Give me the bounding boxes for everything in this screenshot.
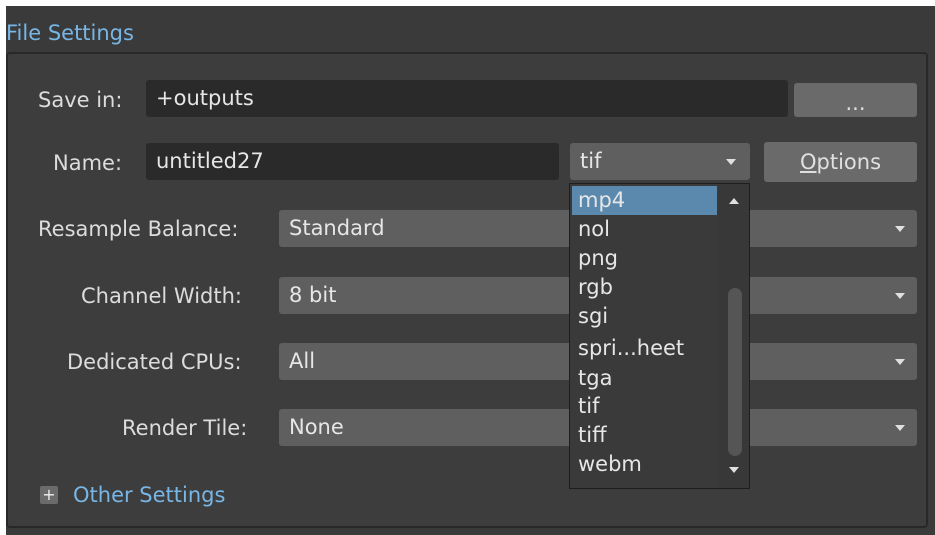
dedicated-cpus-label: Dedicated CPUs: — [67, 350, 242, 374]
save-in-field[interactable]: +outputs — [146, 80, 788, 117]
chevron-down-icon — [895, 293, 905, 299]
render-tile-value: None — [289, 415, 344, 439]
dropdown-item-sgi[interactable]: sgi — [572, 302, 717, 331]
dropdown-item-png[interactable]: png — [572, 244, 717, 273]
format-dropdown-list: mp4 nol png rgb sgi spri...heet tga tif … — [569, 183, 750, 489]
dedicated-cpus-value: All — [289, 349, 316, 373]
resample-balance-label: Resample Balance: — [38, 217, 239, 241]
resample-balance-value: Standard — [289, 216, 385, 240]
browse-button[interactable]: ... — [794, 83, 917, 117]
dropdown-item-mp4[interactable]: mp4 — [572, 186, 717, 215]
chevron-down-icon — [726, 159, 736, 165]
dropdown-item-tif[interactable]: tif — [572, 392, 717, 421]
expand-plus-icon[interactable]: + — [40, 486, 58, 504]
save-in-label: Save in: — [38, 88, 123, 112]
name-label: Name: — [53, 151, 123, 175]
scrollbar-thumb[interactable] — [728, 288, 742, 456]
other-settings-toggle[interactable]: Other Settings — [73, 482, 225, 508]
scroll-up-icon[interactable] — [729, 198, 739, 204]
render-tile-label: Render Tile: — [122, 416, 248, 440]
options-mnemonic: O — [799, 150, 817, 174]
dropdown-item-tga[interactable]: tga — [572, 364, 717, 393]
name-field[interactable]: untitled27 — [146, 143, 559, 180]
dropdown-item-rgb[interactable]: rgb — [572, 273, 717, 302]
format-combo-value: tif — [580, 149, 602, 173]
channel-width-label: Channel Width: — [81, 284, 242, 308]
options-button[interactable]: Options — [764, 142, 917, 182]
channel-width-value: 8 bit — [289, 283, 337, 307]
options-label: ptions — [816, 150, 882, 174]
dropdown-item-spritesheet[interactable]: spri...heet — [572, 334, 717, 363]
dropdown-item-webm[interactable]: webm — [572, 450, 717, 479]
dropdown-item-tiff[interactable]: tiff — [572, 421, 717, 450]
chevron-down-icon — [895, 226, 905, 232]
section-title: File Settings — [6, 21, 134, 45]
format-combo[interactable]: tif — [570, 143, 750, 180]
chevron-down-icon — [895, 359, 905, 365]
scroll-down-icon[interactable] — [729, 467, 739, 473]
dropdown-item-nol[interactable]: nol — [572, 215, 717, 244]
chevron-down-icon — [895, 425, 905, 431]
